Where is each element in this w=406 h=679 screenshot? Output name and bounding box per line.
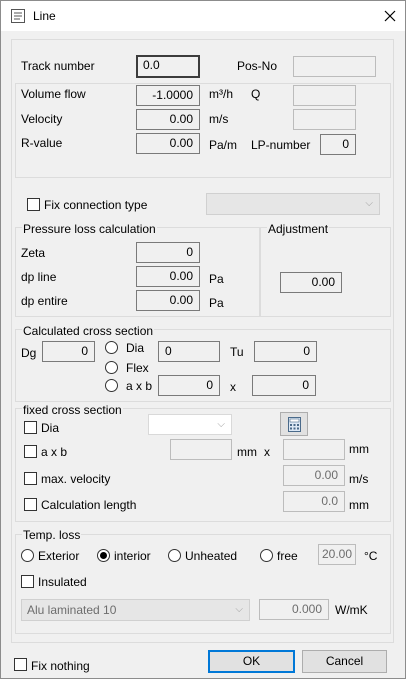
fixed-b-field[interactable] (283, 439, 345, 460)
fixed-dia-combo[interactable]: ⌵ (148, 414, 232, 435)
adjustment-title: Adjustment (267, 222, 330, 236)
fixed-mm-label-2: mm (349, 442, 369, 456)
dp-entire-field[interactable]: 0.00 (136, 290, 200, 311)
calc-x-label: x (230, 380, 236, 394)
dialog-window: Line Track number 0.0 Pos-No Volume flow… (0, 0, 406, 679)
temperature-unit: °C (364, 549, 378, 563)
volume-flow-unit: m³/h (209, 87, 233, 101)
calculation-length-checkbox[interactable] (24, 498, 37, 511)
fix-nothing-checkbox[interactable] (14, 658, 27, 671)
calculation-length-unit: mm (349, 498, 369, 512)
insulated-label: Insulated (38, 575, 87, 589)
chevron-down-icon: ⌵ (217, 419, 225, 430)
q-label: Q (251, 87, 261, 101)
window-title: Line (33, 9, 56, 23)
dia-radio[interactable] (105, 341, 118, 354)
track-number-field[interactable]: 0.0 (136, 55, 200, 78)
fixed-mm-label-1: mm (237, 445, 257, 459)
tu-field[interactable]: 0 (254, 341, 317, 362)
dp-entire-unit: Pa (209, 296, 224, 310)
max-velocity-unit: m/s (349, 472, 369, 486)
interior-radio[interactable] (97, 549, 110, 562)
temp-loss-title: Temp. loss (22, 528, 82, 542)
volume-flow-label: Volume flow (21, 87, 86, 101)
wmk-unit: W/mK (335, 603, 368, 617)
axb-radio-label: a x b (126, 379, 153, 393)
wmk-field[interactable]: 0.000 (259, 599, 329, 620)
r-value-label: R-value (21, 136, 63, 150)
r-value-unit: Pa/m (209, 138, 238, 152)
close-icon[interactable] (384, 10, 396, 22)
calc-a-field[interactable]: 0 (158, 375, 220, 396)
material-combo[interactable]: Alu laminated 10 ⌵ (21, 599, 250, 621)
calculation-length-field[interactable]: 0.0 (283, 491, 345, 512)
free-radio[interactable] (260, 549, 273, 562)
fixed-x-label: x (264, 445, 270, 459)
max-velocity-checkbox[interactable] (24, 472, 37, 485)
free-label: free (277, 549, 298, 563)
max-velocity-field[interactable]: 0.00 (283, 465, 345, 486)
dp-line-field[interactable]: 0.00 (136, 266, 200, 287)
calculation-length-label: Calculation length (41, 498, 137, 512)
calc-dia-field[interactable]: 0 (158, 341, 220, 362)
pos-no-label: Pos-No (237, 59, 278, 73)
temperature-field[interactable]: 20.00 (318, 544, 356, 565)
velocity-unit: m/s (209, 112, 229, 126)
chevron-down-icon: ⌵ (235, 604, 243, 615)
r-value-field[interactable]: 0.00 (136, 133, 200, 154)
fixed-cross-section-title: fixed cross section (22, 403, 123, 417)
fixed-axb-checkbox[interactable] (24, 445, 37, 458)
material-value: Alu laminated 10 (27, 603, 117, 617)
flex-radio[interactable] (105, 361, 118, 374)
fix-connection-checkbox[interactable] (27, 198, 40, 211)
lp-number-label: LP-number (251, 138, 311, 152)
unheated-radio[interactable] (168, 549, 181, 562)
dp-line-label: dp line (21, 270, 57, 284)
calculator-icon (288, 417, 301, 432)
tu-label: Tu (230, 345, 244, 359)
pressure-loss-title: Pressure loss calculation (22, 222, 157, 236)
fix-nothing-label: Fix nothing (31, 659, 90, 673)
exterior-radio[interactable] (21, 549, 34, 562)
title-bar: Line (1, 1, 405, 31)
zeta-label: Zeta (21, 246, 46, 260)
unheated-label: Unheated (185, 549, 238, 563)
interior-label: interior (114, 549, 151, 563)
flex-radio-label: Flex (126, 361, 149, 375)
fixed-a-field[interactable] (170, 439, 232, 460)
chevron-down-icon: ⌵ (365, 198, 373, 209)
insulated-checkbox[interactable] (21, 575, 34, 588)
fix-connection-label: Fix connection type (44, 198, 148, 212)
dp-entire-label: dp entire (21, 294, 68, 308)
axb-radio[interactable] (105, 379, 118, 392)
max-velocity-label: max. velocity (41, 472, 111, 486)
velocity-extra-field[interactable] (293, 109, 356, 130)
fixed-dia-checkbox[interactable] (24, 421, 37, 434)
dia-radio-label: Dia (126, 341, 145, 355)
dp-line-unit: Pa (209, 272, 224, 286)
adjustment-field[interactable]: 0.00 (280, 272, 342, 293)
velocity-label: Velocity (21, 112, 63, 126)
pos-no-field[interactable] (293, 56, 376, 77)
volume-flow-field[interactable]: -1.0000 (136, 85, 200, 106)
connection-type-combo[interactable]: ⌵ (206, 193, 380, 215)
velocity-field[interactable]: 0.00 (136, 109, 200, 130)
calculator-button[interactable] (280, 412, 308, 436)
dg-field[interactable]: 0 (42, 341, 95, 362)
ok-button[interactable]: OK (208, 650, 295, 673)
track-number-label: Track number (21, 59, 95, 73)
q-field[interactable] (293, 85, 356, 106)
cancel-button[interactable]: Cancel (302, 650, 387, 673)
zeta-field[interactable]: 0 (136, 242, 200, 263)
app-icon (11, 9, 25, 23)
interior-radio-dot (100, 552, 107, 559)
exterior-label: Exterior (38, 549, 80, 563)
dg-label: Dg (21, 346, 37, 360)
lp-number-field[interactable]: 0 (320, 134, 356, 155)
fixed-dia-label: Dia (41, 421, 60, 435)
fixed-axb-label: a x b (41, 445, 68, 459)
calculated-cross-section-title: Calculated cross section (22, 324, 155, 338)
calc-b-field[interactable]: 0 (252, 375, 316, 396)
